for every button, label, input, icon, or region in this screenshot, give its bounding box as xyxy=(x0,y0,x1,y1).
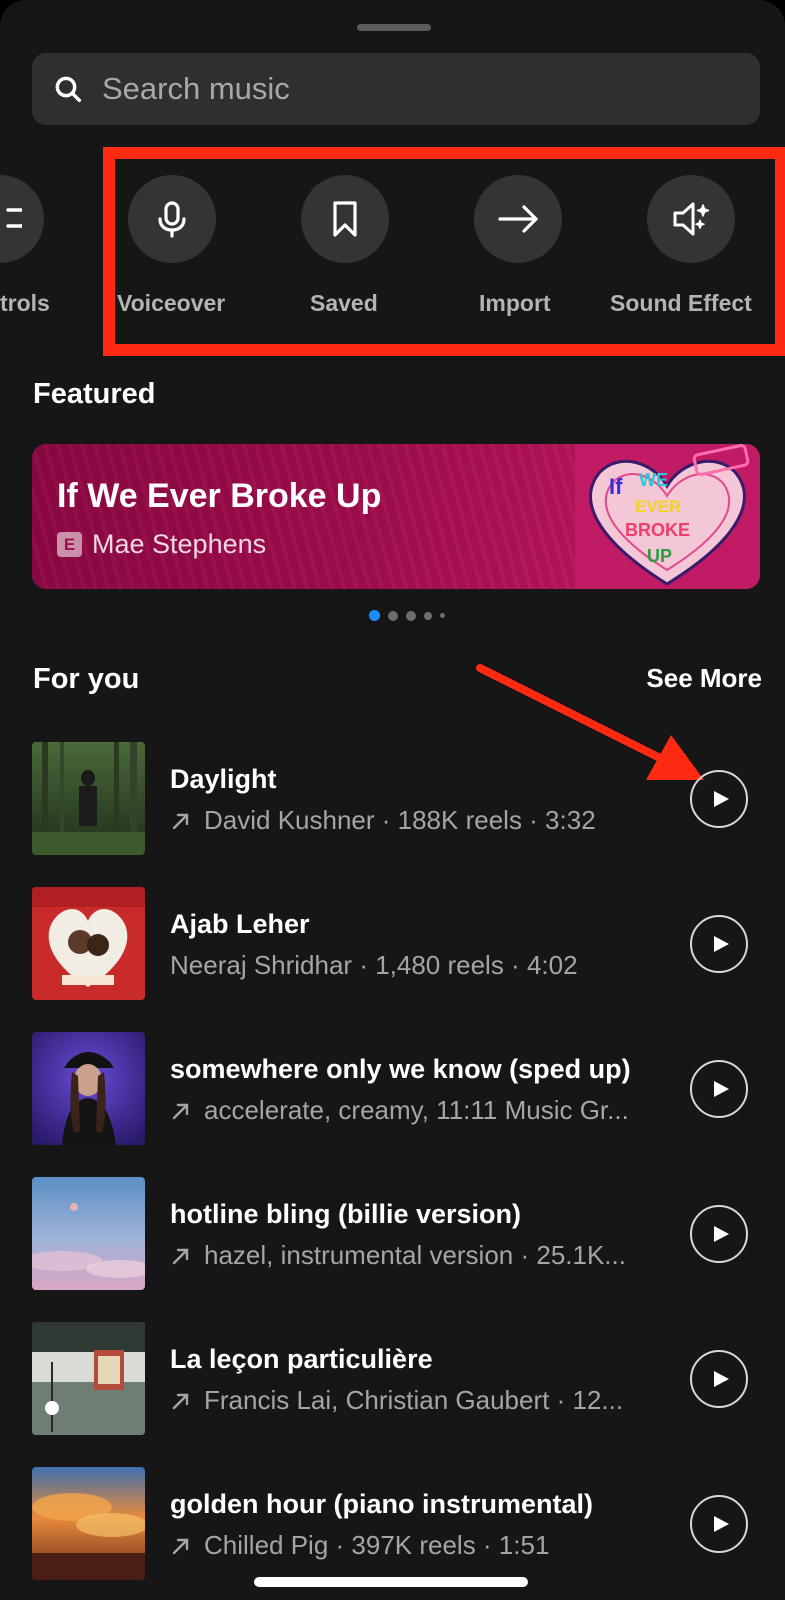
art-text-broke: BROKE xyxy=(625,520,690,540)
featured-artist-row: E Mae Stephens xyxy=(57,529,266,560)
track-subtitle-row: Francis Lai, Christian Gaubert · 12... xyxy=(170,1385,623,1416)
track-thumbnail xyxy=(32,1322,145,1435)
pager-dot-active[interactable] xyxy=(369,610,380,621)
track-row[interactable]: La leçon particulière Francis Lai, Chris… xyxy=(32,1322,767,1437)
track-title: hotline bling (billie version) xyxy=(170,1199,522,1229)
trending-arrow-icon xyxy=(172,1103,189,1119)
saved-button[interactable] xyxy=(301,175,389,263)
track-subtitle: Neeraj Shridhar · 1,480 reels · 4:02 xyxy=(170,950,578,980)
play-icon xyxy=(713,936,729,952)
sliders-icon xyxy=(6,208,22,229)
track-subtitle: Chilled Pig · 397K reels · 1:51 xyxy=(204,1530,550,1560)
featured-heading: Featured xyxy=(33,378,156,410)
tool-controls-button[interactable] xyxy=(0,175,44,263)
track-title: Ajab Leher xyxy=(170,909,310,939)
track-row[interactable]: hotline bling (billie version) hazel, in… xyxy=(32,1177,767,1292)
featured-title: If We Ever Broke Up xyxy=(57,477,382,515)
art-text-ever: EVER xyxy=(635,497,681,516)
art-text-we: WE xyxy=(639,470,668,490)
pager-dot[interactable] xyxy=(388,610,398,621)
sound-effects-button[interactable] xyxy=(647,175,735,263)
play-icon xyxy=(713,1371,729,1387)
sound-effects-label: Sound Effect xyxy=(610,290,752,316)
play-icon xyxy=(713,1226,729,1242)
somewhere-cover xyxy=(32,1032,145,1145)
track-thumbnail xyxy=(32,1177,145,1290)
track-subtitle-row: hazel, instrumental version · 25.1K... xyxy=(170,1240,626,1271)
sound-sparkle-icon xyxy=(673,202,710,236)
track-subtitle-row: Chilled Pig · 397K reels · 1:51 xyxy=(170,1530,549,1561)
saved-label: Saved xyxy=(310,290,378,316)
play-button[interactable] xyxy=(690,770,748,828)
pager-dot[interactable] xyxy=(406,610,416,621)
golden-hour-cover xyxy=(32,1467,145,1580)
ajab-leher-cover xyxy=(32,887,145,1000)
track-title: somewhere only we know (sped up) xyxy=(170,1054,631,1084)
track-subtitle-row: Neeraj Shridhar · 1,480 reels · 4:02 xyxy=(170,950,578,981)
explicit-badge: E xyxy=(57,532,82,557)
track-title: La leçon particulière xyxy=(170,1344,433,1374)
play-button[interactable] xyxy=(690,1205,748,1263)
trending-arrow-icon xyxy=(172,1538,189,1554)
play-button[interactable] xyxy=(690,1350,748,1408)
featured-pager[interactable] xyxy=(369,610,453,621)
track-subtitle: Francis Lai, Christian Gaubert · 12... xyxy=(204,1385,624,1415)
track-subtitle-row: David Kushner · 188K reels · 3:32 xyxy=(170,805,596,836)
play-icon xyxy=(713,1516,729,1532)
la-lecon-cover xyxy=(32,1322,145,1435)
bookmark-icon xyxy=(333,201,357,237)
hotline-bling-cover xyxy=(32,1177,145,1290)
for-you-heading: For you xyxy=(33,663,140,695)
track-thumbnail xyxy=(32,1032,145,1145)
pager-dot[interactable] xyxy=(440,613,445,618)
featured-album-art: If WE EVER BROKE UP xyxy=(575,444,760,589)
play-icon xyxy=(713,791,729,807)
track-thumbnail xyxy=(32,887,145,1000)
see-more-link[interactable]: See More xyxy=(646,663,762,694)
play-button[interactable] xyxy=(690,915,748,973)
art-text-if: If xyxy=(609,474,623,499)
track-subtitle: accelerate, creamy, 11:11 Music Gr... xyxy=(204,1095,629,1125)
trending-arrow-icon xyxy=(172,1248,189,1264)
featured-artist: Mae Stephens xyxy=(92,529,267,559)
track-row[interactable]: golden hour (piano instrumental) Chilled… xyxy=(32,1467,767,1582)
art-text-up: UP xyxy=(647,546,672,566)
import-button[interactable] xyxy=(474,175,562,263)
tool-controls-label: trols xyxy=(0,290,50,316)
track-thumbnail xyxy=(32,742,145,855)
play-button[interactable] xyxy=(690,1060,748,1118)
home-indicator[interactable] xyxy=(254,1577,528,1587)
voiceover-button[interactable] xyxy=(128,175,216,263)
track-subtitle-row: accelerate, creamy, 11:11 Music Gr... xyxy=(170,1095,629,1126)
track-row[interactable]: somewhere only we know (sped up) acceler… xyxy=(32,1032,767,1147)
track-subtitle: hazel, instrumental version · 25.1K... xyxy=(204,1240,626,1270)
trending-arrow-icon xyxy=(172,813,189,829)
track-thumbnail xyxy=(32,1467,145,1580)
featured-card[interactable]: If We Ever Broke Up E Mae Stephens If WE… xyxy=(32,444,760,589)
track-title: Daylight xyxy=(170,764,277,794)
daylight-cover xyxy=(32,742,145,855)
pager-dot[interactable] xyxy=(424,611,432,620)
import-label: Import xyxy=(479,290,551,316)
track-row[interactable]: Daylight David Kushner · 188K reels · 3:… xyxy=(32,742,767,857)
track-title: golden hour (piano instrumental) xyxy=(170,1489,593,1519)
trending-arrow-icon xyxy=(172,1393,189,1409)
arrow-right-icon xyxy=(498,205,538,233)
play-button[interactable] xyxy=(690,1495,748,1553)
tool-row: trols Voiceover Saved Import Sound Effec… xyxy=(0,0,785,360)
microphone-icon xyxy=(158,201,186,238)
track-subtitle: David Kushner · 188K reels · 3:32 xyxy=(204,805,596,835)
voiceover-label: Voiceover xyxy=(117,290,226,316)
music-picker-sheet: Search music trols Voiceover Saved Impor… xyxy=(0,0,785,1600)
play-icon xyxy=(713,1081,729,1097)
track-row[interactable]: Ajab Leher Neeraj Shridhar · 1,480 reels… xyxy=(32,887,767,1002)
